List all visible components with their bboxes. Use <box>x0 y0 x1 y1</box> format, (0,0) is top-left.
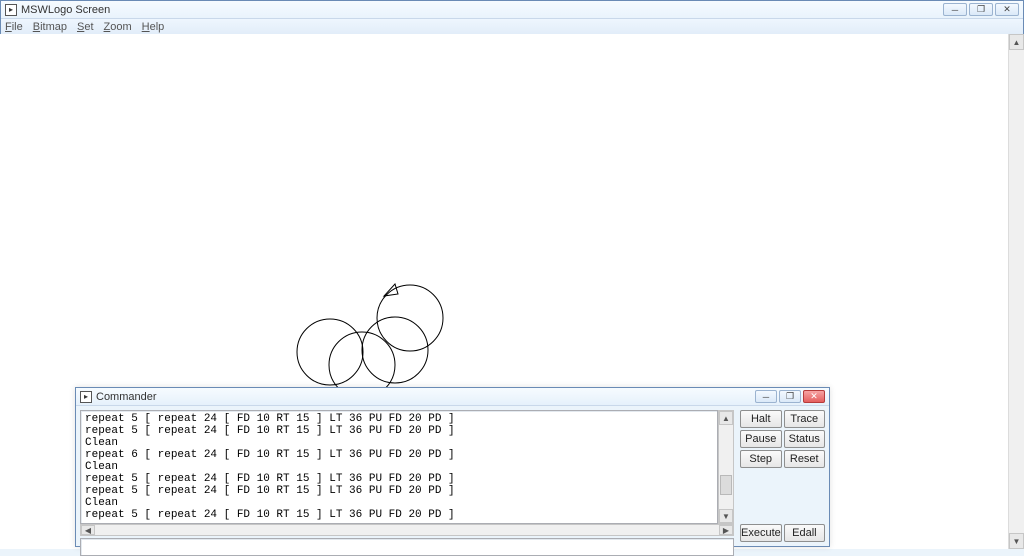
commander-titlebar: ▸ Commander ─ ❐ ✕ <box>76 388 829 406</box>
menu-help[interactable]: Help <box>142 21 165 33</box>
commander-title: Commander <box>96 391 157 403</box>
pause-button[interactable]: Pause <box>740 430 782 448</box>
command-history[interactable]: repeat 5 [ repeat 24 [ FD 10 RT 15 ] LT … <box>80 410 718 524</box>
commander-bottom-buttons: Execute Edall <box>740 524 825 542</box>
window-title: MSWLogo Screen <box>21 4 110 16</box>
menu-bitmap[interactable]: Bitmap <box>33 21 67 33</box>
trace-button[interactable]: Trace <box>784 410 826 428</box>
commander-maximize-button[interactable]: ❐ <box>779 390 801 403</box>
commander-window: ▸ Commander ─ ❐ ✕ repeat 5 [ repeat 24 [… <box>75 387 830 547</box>
scroll-up-icon[interactable]: ▲ <box>1009 34 1024 50</box>
scroll-down-icon[interactable]: ▼ <box>719 509 733 523</box>
history-vertical-scrollbar[interactable]: ▲ ▼ <box>718 410 734 524</box>
scroll-right-icon[interactable]: ▶ <box>719 525 733 535</box>
maximize-button[interactable]: ❐ <box>969 3 993 16</box>
canvas-vertical-scrollbar[interactable]: ▲ ▼ <box>1008 34 1024 549</box>
menu-set[interactable]: Set <box>77 21 94 33</box>
scrollbar-thumb[interactable] <box>720 475 732 495</box>
commander-side-buttons: Halt Trace Pause Status Step Reset <box>740 410 825 470</box>
reset-button[interactable]: Reset <box>784 450 826 468</box>
scroll-left-icon[interactable]: ◀ <box>81 525 95 535</box>
step-button[interactable]: Step <box>740 450 782 468</box>
commander-close-button[interactable]: ✕ <box>803 390 825 403</box>
app-icon: ▸ <box>5 4 17 16</box>
scroll-up-icon[interactable]: ▲ <box>719 411 733 425</box>
menu-bar: File Bitmap Set Zoom Help <box>1 19 1023 35</box>
status-button[interactable]: Status <box>784 430 826 448</box>
command-input-wrap <box>80 538 734 556</box>
history-horizontal-scrollbar[interactable]: ◀ ▶ <box>80 524 734 536</box>
main-titlebar: ▸ MSWLogo Screen ─ ❐ ✕ <box>1 1 1023 19</box>
edall-button[interactable]: Edall <box>784 524 825 542</box>
execute-button[interactable]: Execute <box>740 524 782 542</box>
halt-button[interactable]: Halt <box>740 410 782 428</box>
minimize-button[interactable]: ─ <box>943 3 967 16</box>
command-input[interactable] <box>80 538 734 556</box>
scroll-down-icon[interactable]: ▼ <box>1009 533 1024 549</box>
commander-icon: ▸ <box>80 391 92 403</box>
menu-file[interactable]: File <box>5 21 23 33</box>
commander-minimize-button[interactable]: ─ <box>755 390 777 403</box>
window-controls: ─ ❐ ✕ <box>943 3 1019 16</box>
menu-zoom[interactable]: Zoom <box>104 21 132 33</box>
close-button[interactable]: ✕ <box>995 3 1019 16</box>
